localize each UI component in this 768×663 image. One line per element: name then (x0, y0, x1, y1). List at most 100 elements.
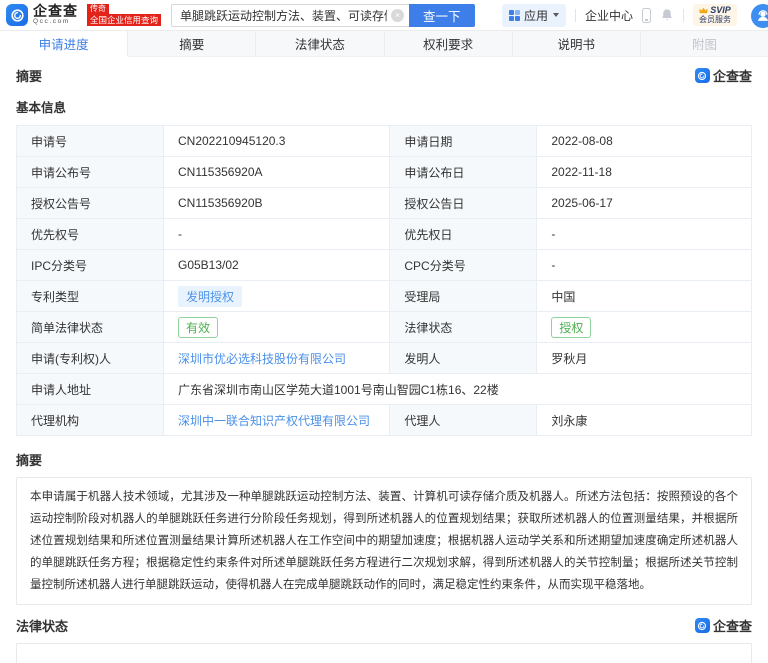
section-brand: 企查查 (695, 616, 752, 635)
patent-type-tag: 发明授权 (178, 286, 242, 307)
qcc-logo-text: 企查查 Qcc.com (33, 4, 78, 26)
section-title-summary: 摘要 (16, 66, 42, 85)
field-value: 深圳市优必选科技股份有限公司 (164, 343, 390, 374)
field-label: 申请人地址 (17, 374, 164, 405)
search-button[interactable]: 查一下 (409, 4, 475, 27)
patent-detail-page: 企查查 Qcc.com 传奇 全国企业信用查询 × 查一下 应用 企业中心 (0, 0, 768, 663)
qcc-watermark-label: 企查查 (713, 616, 752, 635)
qcc-logo-icon (6, 4, 28, 26)
svip-sub-label: 会员服务 (699, 16, 731, 25)
table-row: 授权公告号 CN115356920B 授权公告日 2025-06-17 (17, 188, 752, 219)
clear-search-icon[interactable]: × (391, 9, 404, 22)
search-bar: × 查一下 (171, 4, 475, 27)
field-label: 发明人 (390, 343, 537, 374)
qcc-watermark-icon (695, 68, 710, 83)
table-row: 申请(专利权)人 深圳市优必选科技股份有限公司 发明人 罗秋月 (17, 343, 752, 374)
badge-top-label: 传奇 (87, 4, 109, 14)
field-label: 简单法律状态 (17, 312, 164, 343)
main-content: 摘要 企查查 基本信息 申请号 CN202210945120.3 申请日期 20… (0, 66, 768, 663)
field-value: 有效 (164, 312, 390, 343)
divider (575, 9, 576, 22)
customer-service-icon[interactable] (751, 4, 768, 28)
abstract-text: 本申请属于机器人技术领域，尤其涉及一种单腿跳跃运动控制方法、装置、计算机可读存储… (16, 477, 752, 605)
status-badge: 授权 (551, 317, 591, 338)
field-label: 专利类型 (17, 281, 164, 312)
tab-drawings[interactable]: 附图 (641, 31, 768, 56)
notifications-bell-icon[interactable] (660, 8, 674, 22)
table-row: 申请公布号 CN115356920A 申请公布日 2022-11-18 (17, 157, 752, 188)
tab-abstract[interactable]: 摘要 (128, 31, 256, 56)
field-value: CN115356920B (164, 188, 390, 219)
field-label: 授权公告号 (17, 188, 164, 219)
field-label: 法律状态 (390, 312, 537, 343)
summary-section-header: 摘要 企查查 (16, 66, 752, 85)
field-label: 申请公布号 (17, 157, 164, 188)
divider (683, 9, 684, 22)
crown-icon (699, 7, 708, 14)
table-row: 简单法律状态 有效 法律状态 授权 (17, 312, 752, 343)
field-label: 申请日期 (390, 126, 537, 157)
abstract-title: 摘要 (16, 450, 752, 469)
mobile-app-icon[interactable] (642, 8, 651, 23)
tab-legal-status[interactable]: 法律状态 (256, 31, 384, 56)
apps-menu[interactable]: 应用 (502, 4, 566, 27)
search-input[interactable] (171, 4, 409, 27)
table-row: IPC分类号 G05B13/02 CPC分类号 - (17, 250, 752, 281)
agency-link[interactable]: 深圳中一联合知识产权代理有限公司 (178, 414, 370, 428)
tab-specification[interactable]: 说明书 (513, 31, 641, 56)
search-box: × (171, 4, 409, 27)
field-label: 代理机构 (17, 405, 164, 436)
basic-info-title: 基本信息 (16, 97, 752, 116)
field-value: CN115356920A (164, 157, 390, 188)
field-label: 申请公布日 (390, 157, 537, 188)
brand-slogan-badge: 传奇 全国企业信用查询 (87, 4, 161, 27)
qcc-watermark-icon (695, 618, 710, 633)
field-value: - (537, 219, 752, 250)
apps-label: 应用 (524, 7, 548, 24)
qcc-watermark-label: 企查查 (713, 66, 752, 85)
field-label: IPC分类号 (17, 250, 164, 281)
field-value: 中国 (537, 281, 752, 312)
field-label: 申请号 (17, 126, 164, 157)
table-row: 优先权号 - 优先权日 - (17, 219, 752, 250)
enterprise-center-link[interactable]: 企业中心 (585, 7, 633, 24)
brand-name: 企查查 (33, 4, 78, 18)
field-value: 刘永康 (537, 405, 752, 436)
field-label: 优先权日 (390, 219, 537, 250)
field-value: 2022-11-18 (537, 157, 752, 188)
table-row: 申请人地址 广东省深圳市南山区学苑大道1001号南山智园C1栋16、22楼 (17, 374, 752, 405)
section-title-legal: 法律状态 (16, 616, 68, 635)
field-label: CPC分类号 (390, 250, 537, 281)
table-row: 代理机构 深圳中一联合知识产权代理有限公司 代理人 刘永康 (17, 405, 752, 436)
chevron-down-icon (553, 13, 559, 17)
field-label: 代理人 (390, 405, 537, 436)
header-right-nav: 应用 企业中心 SVIP 会员服务 (502, 4, 760, 27)
field-label: 授权公告日 (390, 188, 537, 219)
field-value: 罗秋月 (537, 343, 752, 374)
field-label: 受理局 (390, 281, 537, 312)
applicant-link[interactable]: 深圳市优必选科技股份有限公司 (178, 352, 346, 366)
apps-grid-icon (509, 10, 520, 21)
field-label: 优先权号 (17, 219, 164, 250)
field-value: - (537, 250, 752, 281)
detail-tabbar: 申请进度 摘要 法律状态 权利要求 说明书 附图 (0, 30, 768, 57)
legal-section-header: 法律状态 企查查 (16, 616, 752, 635)
table-row: 专利类型 发明授权 受理局 中国 (17, 281, 752, 312)
field-value: 发明授权 (164, 281, 390, 312)
qcc-logo[interactable]: 企查查 Qcc.com 传奇 全国企业信用查询 (6, 4, 161, 27)
svip-badge[interactable]: SVIP 会员服务 (693, 4, 737, 27)
badge-bottom-label: 全国企业信用查询 (87, 14, 161, 27)
field-value: - (164, 219, 390, 250)
field-value: 2022-08-08 (537, 126, 752, 157)
top-header: 企查查 Qcc.com 传奇 全国企业信用查询 × 查一下 应用 企业中心 (0, 0, 768, 30)
section-brand: 企查查 (695, 66, 752, 85)
tab-application-progress[interactable]: 申请进度 (0, 31, 128, 57)
field-value: CN202210945120.3 (164, 126, 390, 157)
field-value: 2025-06-17 (537, 188, 752, 219)
basic-info-table: 申请号 CN202210945120.3 申请日期 2022-08-08 申请公… (16, 125, 752, 436)
field-label: 申请(专利权)人 (17, 343, 164, 374)
field-value: 授权 (537, 312, 752, 343)
tab-claims[interactable]: 权利要求 (385, 31, 513, 56)
brand-domain: Qcc.com (33, 19, 78, 26)
field-value: G05B13/02 (164, 250, 390, 281)
